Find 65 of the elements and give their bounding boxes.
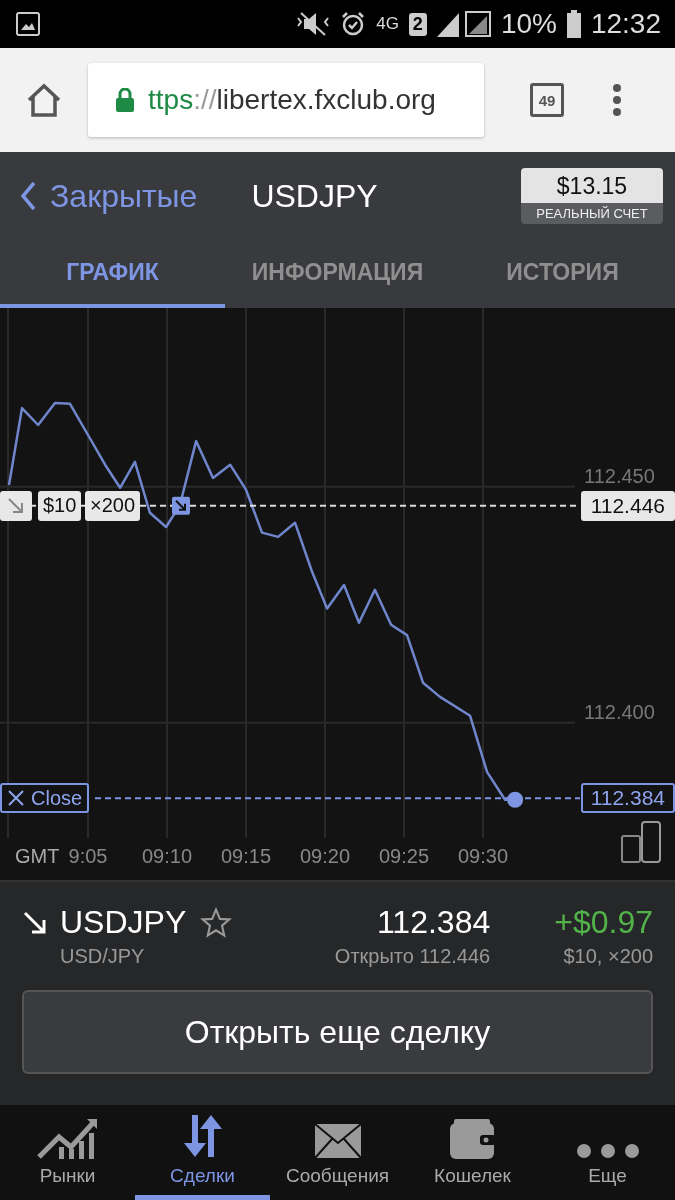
nav-label: Рынки: [39, 1165, 96, 1187]
back-link[interactable]: Закрытые: [20, 177, 198, 215]
tab[interactable]: ИНФОРМАЦИЯ: [225, 240, 450, 308]
nav-item[interactable]: Кошелек: [405, 1105, 540, 1200]
clock: 12:32: [590, 8, 661, 40]
x-tick-label: 09:15: [221, 845, 272, 867]
current-price: 112.384: [376, 904, 491, 941]
back-icon: [20, 181, 36, 211]
x-tick-label: 09:30: [458, 845, 509, 867]
nav-label: Кошелек: [434, 1165, 511, 1187]
nav-label: Сообщения: [285, 1165, 390, 1187]
tab[interactable]: ИСТОРИЯ: [450, 240, 675, 308]
open-marker-icon: [172, 496, 190, 515]
chart-icon: [36, 1117, 99, 1159]
nav-item[interactable]: Сделки: [135, 1105, 270, 1200]
menu-icon[interactable]: [612, 83, 622, 117]
signal-icon: [436, 11, 491, 37]
nav-label: Сделки: [170, 1165, 235, 1187]
wallet-icon: [449, 1119, 496, 1159]
y-tick-label: 112.400: [584, 700, 655, 723]
open-price-tag: 112.446: [580, 490, 675, 521]
account-type: РЕАЛЬНЫЙ СЧЕТ: [521, 203, 663, 224]
timezone-label: GMT: [15, 845, 60, 867]
url-host: libertex.fxclub.org: [216, 84, 436, 116]
x-tick-label: 09:10: [142, 845, 193, 867]
pair-name: USD/JPY: [60, 945, 145, 968]
mail-icon: [313, 1123, 362, 1159]
url-separator: ://: [193, 84, 217, 116]
image-icon: [16, 12, 40, 36]
rotate-screen-icon[interactable]: [621, 821, 661, 863]
symbol: USDJPY: [60, 904, 187, 941]
current-point: [507, 791, 524, 808]
lock-icon: [116, 88, 134, 112]
current-price-tag: 112.384: [580, 783, 675, 814]
close-button[interactable]: Close: [0, 783, 90, 814]
nav-label: Еще: [588, 1165, 627, 1187]
amount-tag: $10: [38, 490, 82, 521]
battery-level: 10%: [500, 8, 557, 40]
battery-icon: [566, 10, 581, 38]
multiplier-tag: ×200: [85, 490, 141, 521]
y-tick-label: 112.450: [584, 464, 655, 487]
open-price: Открыто 112.446: [334, 945, 491, 968]
nav-item[interactable]: Еще: [540, 1105, 675, 1200]
home-icon[interactable]: [26, 83, 62, 117]
x-tick-label: 09:25: [379, 845, 430, 867]
mute-icon: [296, 10, 331, 38]
trade-details: $10, ×200: [563, 945, 653, 968]
url-scheme: ttps: [148, 84, 194, 116]
network-type: 4G: [376, 14, 399, 34]
nav-item[interactable]: Рынки: [0, 1105, 135, 1200]
x-tick-label: 9:05: [68, 845, 108, 867]
open-trade-button[interactable]: Открыть еще сделку: [22, 990, 653, 1074]
balance-badge[interactable]: $13.15 РЕАЛЬНЫЙ СЧЕТ: [521, 168, 663, 224]
star-icon[interactable]: [200, 906, 233, 939]
close-icon: [7, 789, 25, 808]
address-field[interactable]: ttps://libertex.fxclub.org: [88, 63, 484, 137]
sim-badge: 2: [408, 12, 427, 36]
page-title: USDJPY: [251, 177, 379, 215]
more-icon: [575, 1143, 640, 1159]
balance-amount: $13.15: [521, 168, 663, 203]
arrows-icon: [181, 1113, 224, 1159]
profit: +$0.97: [554, 904, 653, 941]
nav-item[interactable]: Сообщения: [270, 1105, 405, 1200]
x-tick-label: 09:20: [300, 845, 351, 867]
tab-count-button[interactable]: 49: [530, 83, 564, 117]
